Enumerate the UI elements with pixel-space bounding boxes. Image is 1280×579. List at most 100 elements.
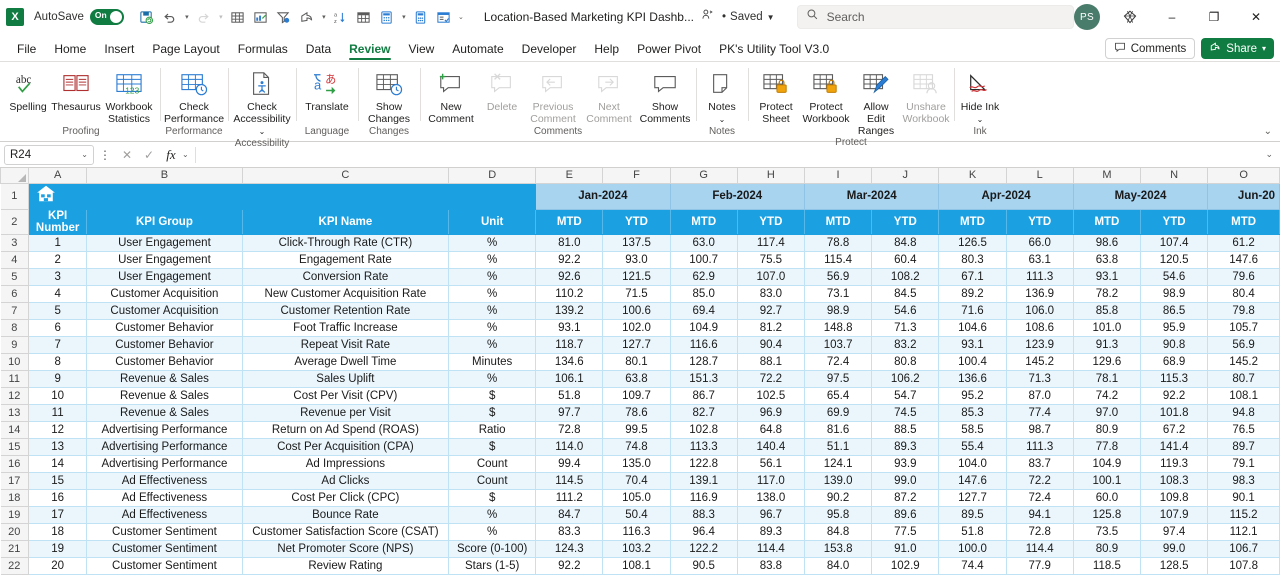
cell-value-8[interactable]: 91.3 (1073, 336, 1142, 354)
share-arrow-icon[interactable] (296, 6, 318, 28)
cell-value-5[interactable]: 89.6 (871, 506, 940, 524)
cell-value-5[interactable]: 83.2 (871, 336, 940, 354)
cell-value-3[interactable]: 117.4 (737, 234, 805, 252)
row-header-16[interactable]: 16 (0, 454, 30, 473)
cell-value-8[interactable]: 97.0 (1073, 404, 1142, 422)
cell-value-10[interactable]: 61.2 (1207, 234, 1280, 252)
search-input[interactable] (826, 10, 1065, 24)
cell-value-9[interactable]: 107.9 (1140, 506, 1209, 524)
cell-value-8[interactable]: 80.9 (1073, 421, 1142, 439)
column-header-j[interactable]: J (871, 168, 940, 184)
cell-kpi-number[interactable]: 6 (28, 319, 88, 337)
cell-value-0[interactable]: 93.1 (535, 319, 604, 337)
cell-kpi-name[interactable]: Bounce Rate (242, 506, 450, 524)
name-box[interactable]: R24 ⌄ (4, 144, 94, 165)
cell-value-1[interactable]: 74.8 (602, 438, 671, 456)
cell-value-5[interactable]: 77.5 (871, 523, 940, 541)
spelling-button[interactable]: abc Spelling (5, 65, 51, 113)
cell-value-0[interactable]: 72.8 (535, 421, 604, 439)
formula-bar-options-icon[interactable]: ⋮ (94, 148, 116, 162)
tab-developer[interactable]: Developer (513, 39, 586, 61)
tab-formulas[interactable]: Formulas (229, 39, 297, 61)
cell-value-6[interactable]: 89.2 (938, 285, 1007, 303)
cell-value-10[interactable]: 145.2 (1207, 353, 1280, 371)
cell-value-6[interactable]: 95.2 (938, 387, 1007, 405)
cancel-entry-icon[interactable]: ✕ (116, 148, 138, 162)
cell-value-9[interactable]: 128.5 (1140, 557, 1209, 575)
row-header-17[interactable]: 17 (0, 471, 30, 490)
cell-value-0[interactable]: 81.0 (535, 234, 604, 252)
cell-value-10[interactable]: 89.7 (1207, 438, 1280, 456)
cell-value-7[interactable]: 111.3 (1006, 438, 1074, 456)
cell-kpi-group[interactable]: Customer Behavior (86, 336, 243, 354)
cell-value-0[interactable]: 83.3 (535, 523, 604, 541)
column-header-o[interactable]: O (1207, 168, 1280, 184)
cell-value-10[interactable]: 79.6 (1207, 268, 1280, 286)
check-accessibility-button[interactable]: Check Accessibility ⌄ (231, 65, 293, 138)
cell-kpi-number[interactable]: 7 (28, 336, 88, 354)
cell-unit[interactable]: Minutes (448, 353, 537, 371)
cell-value-0[interactable]: 118.7 (535, 336, 604, 354)
cell-value-7[interactable]: 94.1 (1006, 506, 1074, 524)
row-header-9[interactable]: 9 (0, 335, 30, 354)
cell-kpi-number[interactable]: 9 (28, 370, 88, 388)
cell-value-1[interactable]: 71.5 (602, 285, 671, 303)
cell-value-4[interactable]: 90.2 (804, 489, 873, 507)
cell-kpi-group[interactable]: Customer Sentiment (86, 540, 243, 558)
cell-kpi-name[interactable]: Review Rating (242, 557, 450, 575)
cell-unit[interactable]: % (448, 302, 537, 320)
cell-value-0[interactable]: 114.0 (535, 438, 604, 456)
expand-formula-bar-icon[interactable]: ⌄ (1265, 149, 1276, 160)
cell-value-4[interactable]: 72.4 (804, 353, 873, 371)
cell-value-2[interactable]: 113.3 (670, 438, 738, 456)
cell-value-2[interactable]: 104.9 (670, 319, 738, 337)
cell-value-8[interactable]: 85.8 (1073, 302, 1142, 320)
cell-value-4[interactable]: 56.9 (804, 268, 873, 286)
cell-value-5[interactable]: 60.4 (871, 251, 940, 269)
cell-value-2[interactable]: 122.2 (670, 540, 738, 558)
cell-value-8[interactable]: 74.2 (1073, 387, 1142, 405)
cell-value-6[interactable]: 58.5 (938, 421, 1007, 439)
cell-kpi-number[interactable]: 17 (28, 506, 88, 524)
cell-value-0[interactable]: 106.1 (535, 370, 604, 388)
cell-value-4[interactable]: 65.4 (804, 387, 873, 405)
confirm-entry-icon[interactable]: ✓ (138, 148, 160, 162)
protect-workbook-button[interactable]: Protect Workbook (801, 65, 851, 125)
cell-unit[interactable]: $ (448, 438, 537, 456)
cell-value-4[interactable]: 148.8 (804, 319, 873, 337)
row-header-3[interactable]: 3 (0, 233, 30, 252)
column-header-l[interactable]: L (1005, 168, 1074, 184)
cell-value-2[interactable]: 82.7 (670, 404, 738, 422)
cell-kpi-group[interactable]: Customer Sentiment (86, 523, 243, 541)
cell-kpi-name[interactable]: Customer Satisfaction Score (CSAT) (242, 523, 450, 541)
row-header-10[interactable]: 10 (0, 352, 30, 371)
cell-value-1[interactable]: 127.7 (602, 336, 671, 354)
cell-kpi-group[interactable]: Customer Acquisition (86, 302, 243, 320)
cell-value-3[interactable]: 83.0 (737, 285, 805, 303)
cell-unit[interactable]: % (448, 506, 537, 524)
cell-value-5[interactable]: 84.8 (871, 234, 940, 252)
cell-value-5[interactable]: 89.3 (871, 438, 940, 456)
cell-value-5[interactable]: 93.9 (871, 455, 940, 473)
cell-value-10[interactable]: 90.1 (1207, 489, 1280, 507)
cell-kpi-name[interactable]: Cost Per Click (CPC) (242, 489, 450, 507)
cell-kpi-name[interactable]: Cost Per Visit (CPV) (242, 387, 450, 405)
cell-value-5[interactable]: 54.7 (871, 387, 940, 405)
column-header-f[interactable]: F (602, 168, 671, 184)
cell-value-3[interactable]: 138.0 (737, 489, 805, 507)
cell-value-0[interactable]: 92.2 (535, 251, 604, 269)
cell-kpi-number[interactable]: 10 (28, 387, 88, 405)
cell-value-10[interactable]: 115.2 (1207, 506, 1280, 524)
cell-value-10[interactable]: 80.7 (1207, 370, 1280, 388)
cell-kpi-name[interactable]: Click-Through Rate (CTR) (242, 234, 450, 252)
tab-automate[interactable]: Automate (443, 39, 512, 61)
cell-value-7[interactable]: 108.6 (1006, 319, 1074, 337)
cell-kpi-number[interactable]: 20 (28, 557, 88, 575)
cell-value-1[interactable]: 100.6 (602, 302, 671, 320)
cell-value-5[interactable]: 102.9 (871, 557, 940, 575)
workbook-statistics-button[interactable]: 123 Workbook Statistics (101, 65, 157, 125)
cell-value-10[interactable]: 56.9 (1207, 336, 1280, 354)
cell-value-2[interactable]: 90.5 (670, 557, 738, 575)
home-button-cell[interactable] (28, 183, 537, 210)
cell-kpi-name[interactable]: Return on Ad Spend (ROAS) (242, 421, 450, 439)
